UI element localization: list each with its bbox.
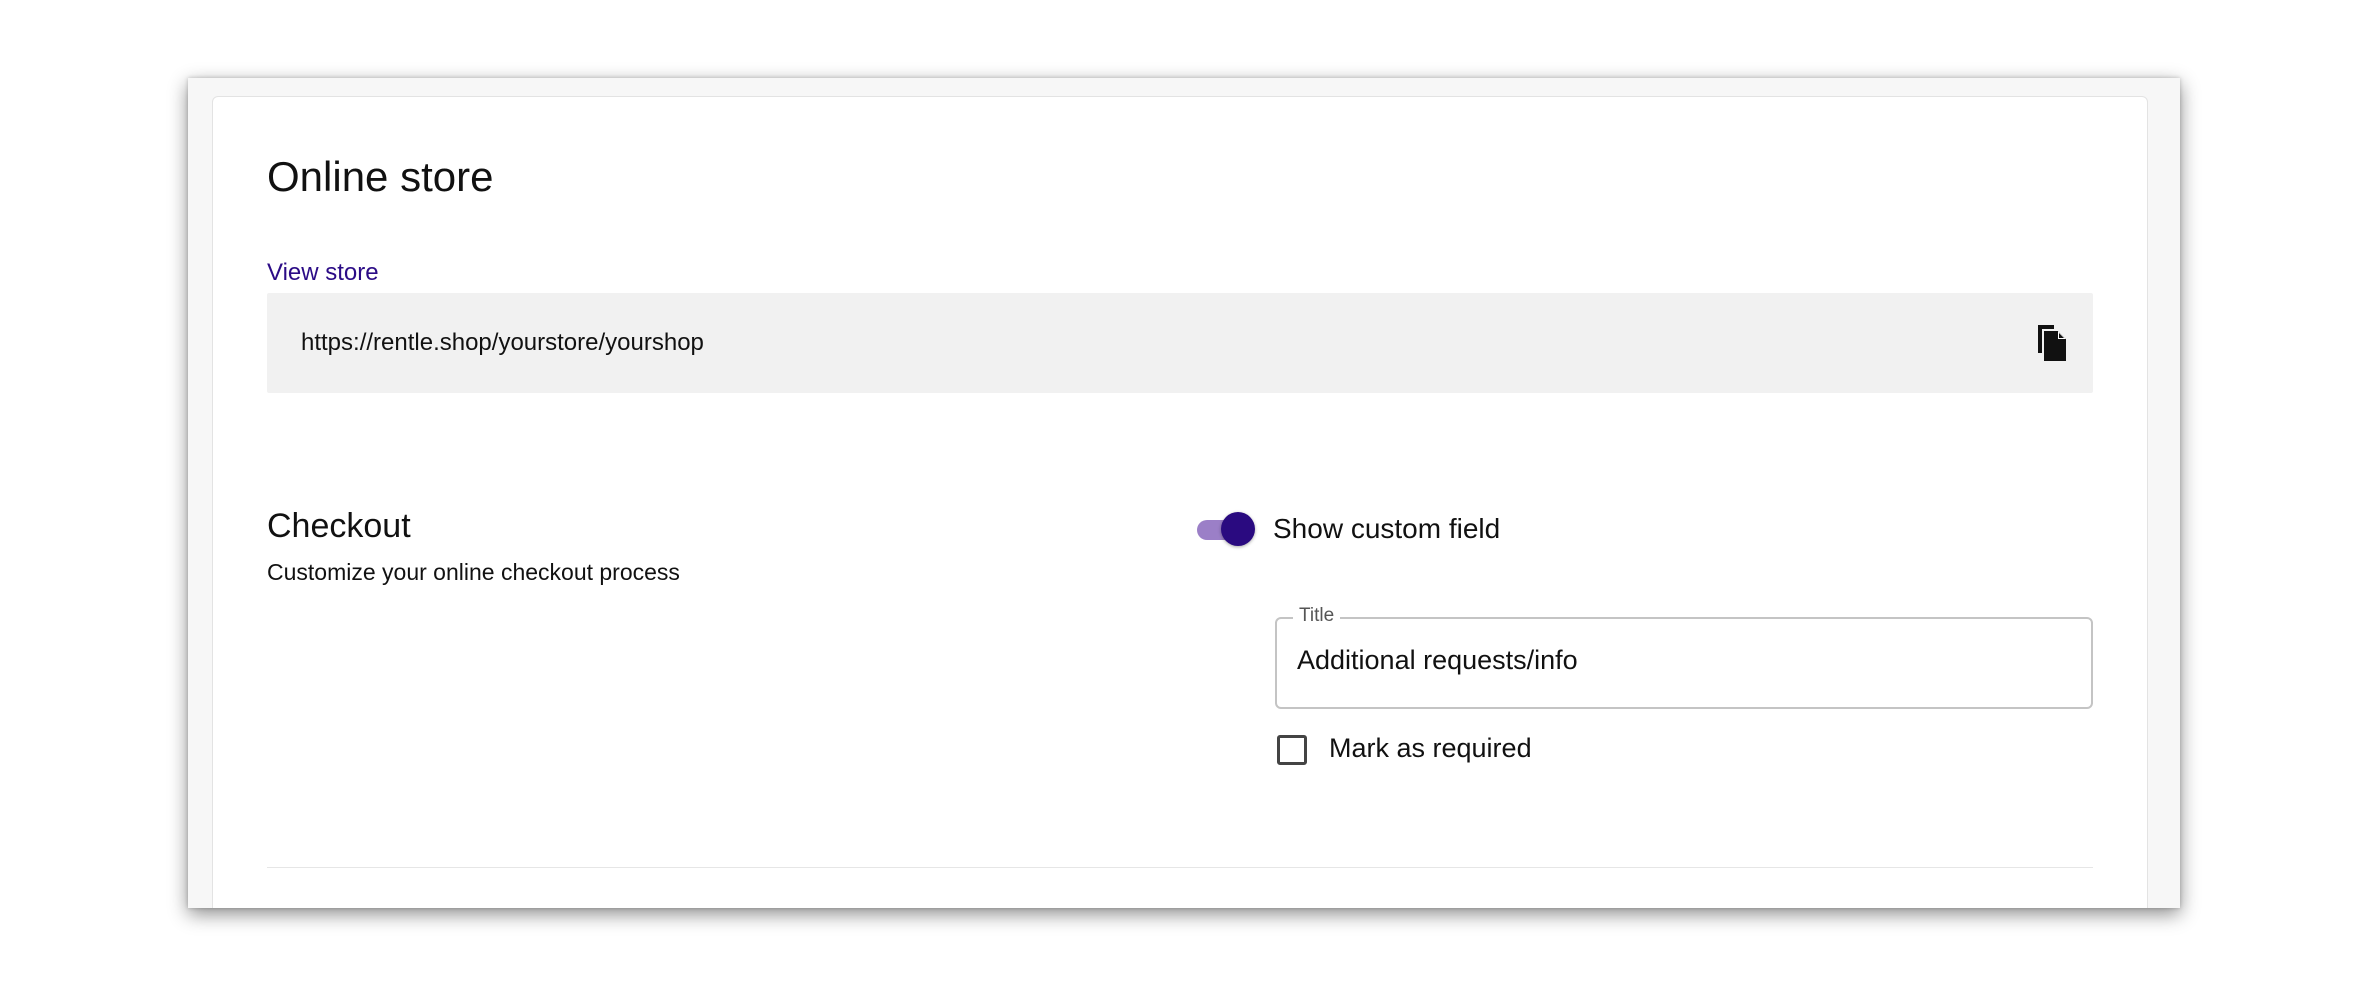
copy-url-button[interactable] bbox=[2029, 321, 2073, 365]
title-input[interactable] bbox=[1297, 645, 2067, 676]
app-window: Online store View store https://rentle.s… bbox=[188, 78, 2180, 908]
checkout-subtitle: Customize your online checkout process bbox=[267, 559, 680, 585]
mark-required-checkbox[interactable] bbox=[1277, 735, 1307, 765]
toggle-thumb bbox=[1221, 512, 1255, 546]
copy-icon bbox=[2038, 325, 2066, 361]
store-url-text: https://rentle.shop/yourstore/yourshop bbox=[301, 329, 704, 356]
view-store-link[interactable]: View store bbox=[267, 259, 379, 287]
settings-card: Online store View store https://rentle.s… bbox=[212, 96, 2148, 908]
checkout-title: Checkout bbox=[267, 507, 411, 545]
title-field-label: Title bbox=[1293, 605, 1341, 627]
show-custom-field-toggle[interactable] bbox=[1195, 511, 1257, 549]
mark-required-label[interactable]: Mark as required bbox=[1329, 733, 1532, 764]
section-divider bbox=[267, 867, 2093, 868]
online-store-title: Online store bbox=[267, 153, 494, 200]
show-custom-field-label: Show custom field bbox=[1273, 513, 1501, 544]
store-url-box: https://rentle.shop/yourstore/yourshop bbox=[267, 293, 2093, 393]
custom-field-title-field: Title bbox=[1275, 605, 2093, 709]
